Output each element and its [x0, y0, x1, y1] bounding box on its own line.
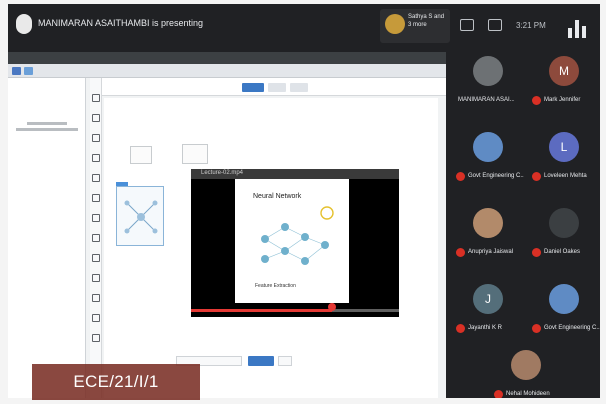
highlighter-tool-icon[interactable] — [92, 134, 100, 142]
class-code-text: ECE/21/I/1 — [73, 372, 159, 391]
participant-name: MANIMARAN ASAI... — [458, 97, 514, 103]
clock: 3:21 PM — [516, 20, 546, 30]
mic-muted-icon — [532, 96, 541, 105]
participant-name: Daniel Oakes — [544, 249, 581, 255]
participant-tile[interactable]: M Mark Jennifer — [528, 50, 600, 110]
chat-icon[interactable] — [488, 19, 502, 31]
audio-level-icon — [582, 26, 586, 38]
speaking-indicator — [564, 14, 594, 38]
slide-caption: Feature Extraction — [255, 283, 296, 289]
status-action-button[interactable] — [248, 356, 274, 366]
mic-muted-icon — [456, 248, 465, 257]
audio-level-icon — [575, 20, 579, 38]
participant-tile[interactable]: L Loveleen Mehta — [528, 126, 600, 186]
app-icon — [12, 67, 21, 75]
class-code-label: ECE/21/I/1 — [32, 364, 200, 400]
page-thumbnail — [16, 122, 78, 140]
participant-name: Mark Jennifer — [544, 97, 581, 103]
pointer-tool-icon[interactable] — [92, 94, 100, 102]
shared-screen: Lecture-02.mp4 Neural Network Feature Ex… — [8, 52, 446, 398]
undo-tool-icon[interactable] — [92, 254, 100, 262]
people-icon[interactable] — [460, 19, 474, 31]
participant-name: Nehal Mohideen — [506, 391, 550, 397]
participant-avatar — [549, 284, 579, 314]
self-view-name: Sathya S and 3 more — [408, 14, 445, 28]
ribbon-tab[interactable] — [290, 83, 308, 92]
participant-avatar — [511, 350, 541, 380]
self-view-tile[interactable]: Sathya S and 3 more — [380, 9, 450, 43]
video-frame: Neural Network Feature Extraction — [235, 179, 349, 303]
redo-tool-icon[interactable] — [92, 274, 100, 282]
participants-grid: MANIMARAN ASAI... M Mark Jennifer Govt Engi… — [452, 50, 600, 398]
mic-muted-icon — [532, 248, 541, 257]
page-sidebar — [8, 78, 86, 398]
hand-tool-icon[interactable] — [92, 314, 100, 322]
video-progress-bar[interactable] — [191, 309, 399, 312]
participant-tile[interactable]: Govt Engineering C... — [452, 126, 524, 186]
eraser-tool-icon[interactable] — [92, 154, 100, 162]
shared-app-titlebar — [8, 52, 446, 64]
text-tool-icon[interactable] — [92, 214, 100, 222]
ribbon-tab[interactable] — [268, 83, 286, 92]
zoom-tool-icon[interactable] — [92, 294, 100, 302]
network-diagram-icon — [124, 200, 158, 234]
presenting-banner: MANIMARAN ASAITHAMBI is presenting — [38, 18, 204, 28]
participant-tile[interactable]: Govt Engineering C... — [528, 278, 600, 338]
pen-tool-icon[interactable] — [92, 114, 100, 122]
canvas-object[interactable] — [130, 146, 152, 164]
participant-name: Anupriya Jaiswal — [468, 249, 514, 255]
diagram-thumbnail[interactable] — [116, 186, 164, 246]
participant-avatar: M — [549, 56, 579, 86]
video-titlebar: Lecture-02.mp4 — [191, 169, 399, 179]
participant-tile[interactable]: MANIMARAN ASAI... — [452, 50, 524, 110]
app-icon — [24, 67, 33, 75]
self-avatar — [385, 14, 405, 34]
audio-level-icon — [568, 28, 572, 38]
meeting-top-bar: MANIMARAN ASAITHAMBI is presenting Sathy… — [8, 4, 600, 46]
zoom-field[interactable] — [278, 356, 292, 366]
participant-tile[interactable]: Daniel Oakes — [528, 202, 600, 262]
mic-muted-icon — [494, 390, 503, 398]
mic-muted-icon — [532, 324, 541, 333]
screenshot-frame: MANIMARAN ASAITHAMBI is presenting Sathy… — [0, 0, 606, 404]
video-title: Lecture-02.mp4 — [201, 170, 244, 176]
canvas-object[interactable] — [182, 144, 208, 164]
participant-avatar: L — [549, 132, 579, 162]
top-icons: 3:21 PM — [460, 16, 546, 34]
participant-avatar — [473, 56, 503, 86]
ribbon-tab-active[interactable] — [242, 83, 264, 92]
mic-muted-icon — [532, 172, 541, 181]
participant-name: Govt Engineering C... — [544, 325, 600, 331]
participant-name: Govt Engineering C... — [468, 173, 524, 179]
participant-tile[interactable]: Nehal Mohideen — [490, 344, 562, 398]
presenter-avatar — [16, 14, 32, 34]
participant-tile[interactable]: Anupriya Jaiswal — [452, 202, 524, 262]
drawing-toolbar — [90, 78, 102, 398]
mic-muted-icon — [456, 324, 465, 333]
participant-name: Jayanthi K R — [468, 325, 503, 331]
video-progress-fill — [191, 309, 333, 312]
participant-avatar — [473, 208, 503, 238]
participant-tile[interactable]: J Jayanthi K R — [452, 278, 524, 338]
participant-avatar — [549, 208, 579, 238]
participant-avatar — [473, 132, 503, 162]
line-tool-icon[interactable] — [92, 194, 100, 202]
participant-avatar: J — [473, 284, 503, 314]
participant-name: Loveleen Mehta — [544, 173, 587, 179]
image-tool-icon[interactable] — [92, 234, 100, 242]
settings-tool-icon[interactable] — [92, 334, 100, 342]
mic-muted-icon — [456, 172, 465, 181]
meeting-window: MANIMARAN ASAITHAMBI is presenting Sathy… — [8, 4, 600, 398]
shared-app-menubar — [8, 64, 446, 78]
shape-tool-icon[interactable] — [92, 174, 100, 182]
video-player-popup[interactable]: Lecture-02.mp4 Neural Network Feature Ex… — [191, 169, 399, 317]
app-ribbon — [102, 78, 446, 96]
